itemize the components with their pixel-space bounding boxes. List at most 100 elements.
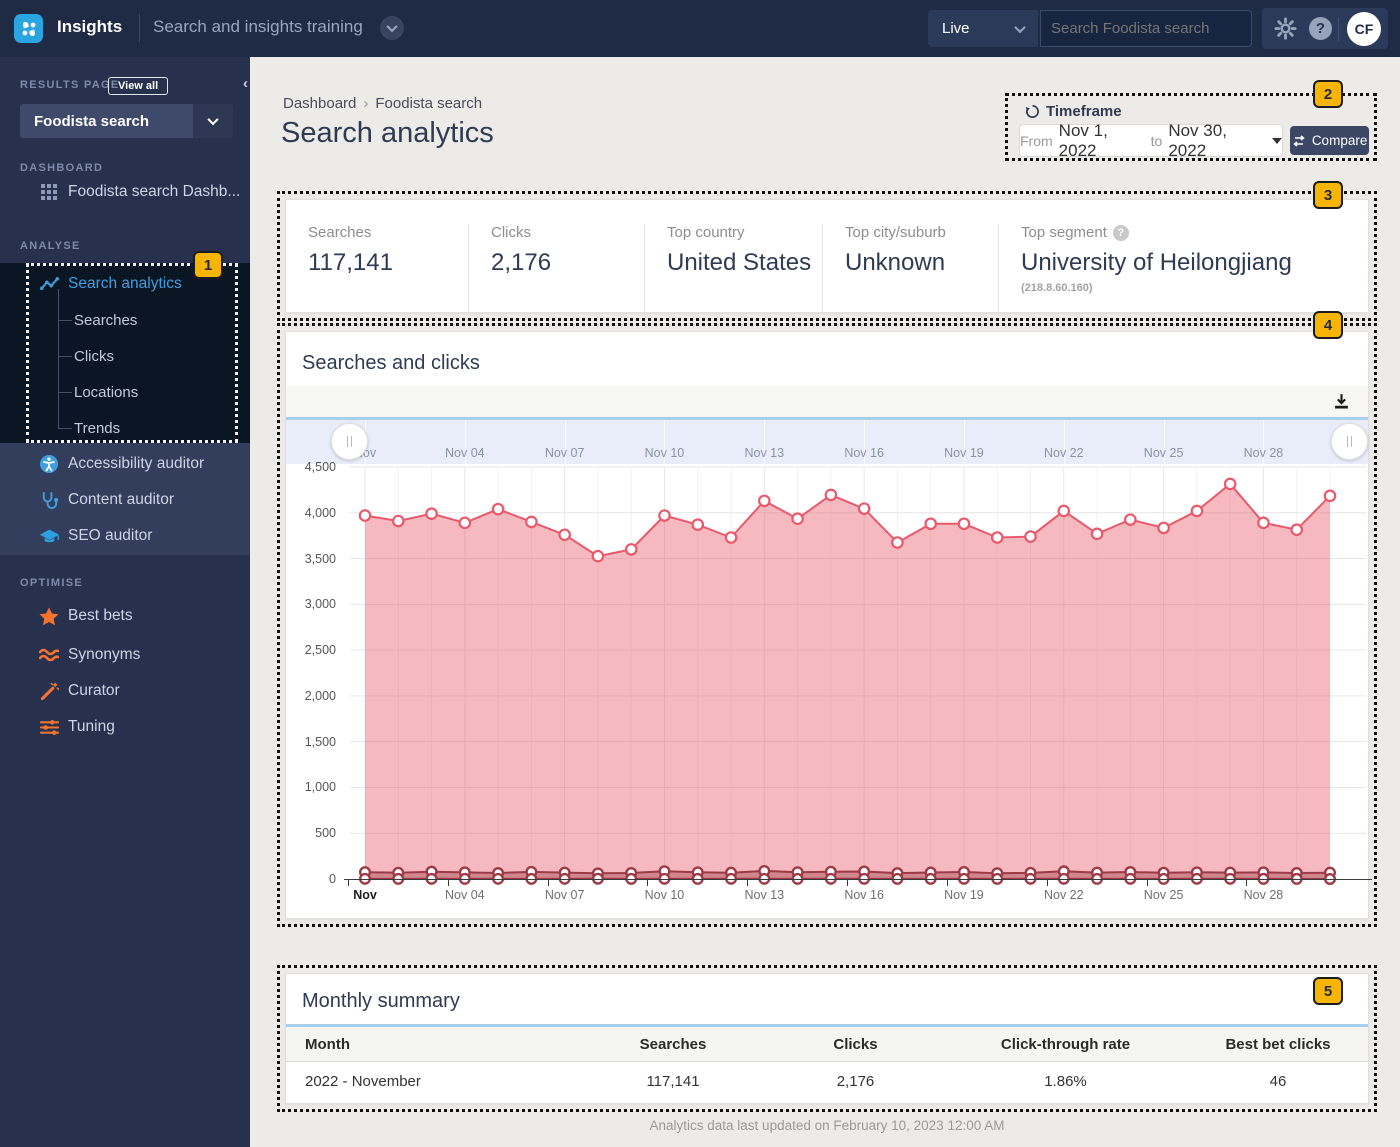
col-ctr: Click-through rate <box>1000 1035 1131 1053</box>
user-avatar[interactable]: CF <box>1347 11 1381 46</box>
live-mode-select[interactable]: Live <box>928 10 1038 47</box>
breadcrumb-separator: › <box>363 95 369 112</box>
global-search <box>1040 10 1252 47</box>
last-updated-note: Analytics data last updated on February … <box>649 1118 1005 1133</box>
from-date: Nov 1, 2022 <box>1058 120 1108 160</box>
sidebar-subitem-trends[interactable]: Trends <box>74 414 244 442</box>
x-tick-mark <box>747 880 749 886</box>
stat-top-country: Top country United States <box>644 224 822 312</box>
x-tick-mark <box>1146 880 1148 886</box>
sidebar-item-label: SEO auditor <box>68 527 153 544</box>
y-tick-label: 2,000 <box>304 688 336 703</box>
y-tick-label: 0 <box>329 872 336 886</box>
y-axis-labels: 0 500 1,000 1,500 2,000 2,500 3,000 3,500 4,000 4… <box>286 332 343 936</box>
cell-searches: 117,141 <box>646 1072 700 1090</box>
y-tick-label: 500 <box>315 826 336 841</box>
y-tick-label: 4,500 <box>304 460 336 474</box>
chevron-down-icon <box>193 104 233 138</box>
navigator-tick-label: Nov 13 <box>744 446 785 460</box>
funnelback-logo-glyph <box>22 21 35 36</box>
sidebar-item-label: Best bets <box>68 607 133 624</box>
results-page-select-value: Foodista search <box>20 104 193 138</box>
to-label: to <box>1150 132 1163 149</box>
navigator-tick-label: Nov 22 <box>1043 446 1084 460</box>
results-page-select[interactable]: Foodista search <box>20 104 233 138</box>
sidebar-item-synonyms[interactable]: Synonyms <box>0 640 250 670</box>
chart-plot-svg <box>350 466 1366 886</box>
results-page-label: RESULTS PAGE <box>20 79 120 91</box>
compare-label: Compare <box>1311 133 1368 148</box>
org-switcher-label[interactable]: Search and insights training <box>153 17 363 37</box>
waves-icon <box>36 648 62 662</box>
sidebar-item-label: Search analytics <box>68 275 182 292</box>
product-name: Insights <box>57 17 123 36</box>
x-tick-mark <box>1046 880 1048 886</box>
x-tick-mark <box>647 880 649 886</box>
view-all-button[interactable]: View all <box>108 77 169 95</box>
range-handle-left[interactable] <box>331 423 368 460</box>
breadcrumb-dashboard[interactable]: Dashboard <box>283 95 356 112</box>
help-icon[interactable]: ? <box>1309 17 1332 40</box>
navigator-tick-label: Nov 19 <box>944 446 984 460</box>
breadcrumb-current[interactable]: Foodista search <box>375 95 482 112</box>
annotation-badge-3: 3 <box>1313 181 1343 209</box>
sidebar-collapse-icon[interactable]: ‹ <box>243 75 248 92</box>
stat-clicks: Clicks 2,176 <box>468 224 644 312</box>
sidebar-subitem-clicks[interactable]: Clicks <box>74 342 244 370</box>
x-tick-label: Nov 04 <box>445 888 485 902</box>
org-switcher-chevron-icon[interactable] <box>380 16 404 40</box>
x-tick-label: Nov 13 <box>744 888 785 902</box>
timeframe-label: Timeframe <box>1046 103 1122 120</box>
annotation-badge-5: 5 <box>1313 977 1343 1005</box>
y-tick-label: 2,500 <box>304 643 336 658</box>
y-tick-label: 3,000 <box>304 597 336 612</box>
annotation-badge-1: 1 <box>193 251 223 279</box>
monthly-summary-panel: Monthly summary Month Searches Clicks Cl… <box>285 973 1369 1104</box>
annotation-box-4: Searches and clicks Nov Nov 04 Nov 07 Nov 1… <box>277 323 1377 927</box>
x-tick-mark <box>847 880 849 886</box>
range-navigator[interactable]: Nov Nov 04 Nov 07 Nov 10 Nov 13 Nov 16 Nov 19 N… <box>286 420 1368 464</box>
page-title: Search analytics <box>281 117 494 149</box>
sidebar-item-accessibility-auditor[interactable]: Accessibility auditor <box>0 449 250 479</box>
icon-group-divider <box>1338 16 1339 41</box>
sidebar-item-best-bets[interactable]: Best bets <box>0 601 250 631</box>
plot-area[interactable] <box>350 466 1366 886</box>
optimise-section-label: OPTIMISE <box>20 577 83 589</box>
app-logo-icon[interactable] <box>14 14 43 43</box>
compare-button[interactable]: Compare <box>1290 126 1369 155</box>
sidebar-item-tuning[interactable]: Tuning <box>0 712 250 742</box>
sidebar-item-dashboard[interactable]: Foodista search Dashb... <box>0 177 250 207</box>
download-icon[interactable] <box>1333 393 1350 410</box>
help-icon[interactable]: ? <box>1112 224 1129 241</box>
cell-clicks: 2,176 <box>836 1072 875 1090</box>
sidebar-subitem-locations[interactable]: Locations <box>74 378 244 406</box>
sidebar-item-curator[interactable]: Curator <box>0 676 250 706</box>
summary-table-header: Month Searches Clicks Click-through rate… <box>286 1027 1368 1062</box>
y-tick-label: 3,500 <box>304 551 336 566</box>
navigator-tick-label: Nov 25 <box>1143 446 1184 460</box>
date-range-picker[interactable]: From Nov 1, 2022 to Nov 30, 2022 <box>1019 121 1284 160</box>
navigator-tick-label: Nov 04 <box>445 446 485 460</box>
annotation-badge-4: 4 <box>1313 311 1343 339</box>
x-tick-mark <box>946 880 948 886</box>
search-input[interactable] <box>1051 20 1250 37</box>
accessibility-icon <box>36 454 62 474</box>
sidebar-item-content-auditor[interactable]: Content auditor <box>0 485 250 515</box>
navbar-icon-group: ? CF <box>1262 8 1388 49</box>
navigator-tick-label: Nov 16 <box>844 446 884 460</box>
breadcrumb: Dashboard › Foodista search <box>283 95 482 112</box>
sidebar-item-label: Foodista search Dashb... <box>68 183 241 200</box>
sidebar-item-seo-auditor[interactable]: SEO auditor <box>0 521 250 551</box>
cell-month: 2022 - November <box>305 1072 421 1090</box>
cell-best-bet: 46 <box>1269 1072 1287 1090</box>
main-content: Dashboard › Foodista search Search analyti… <box>250 57 1400 1147</box>
dashboard-section-label: DASHBOARD <box>20 162 104 174</box>
gear-icon[interactable] <box>1274 17 1297 40</box>
range-handle-right[interactable] <box>1331 423 1368 460</box>
sidebar-subitem-searches[interactable]: Searches <box>74 306 244 334</box>
cell-ctr: 1.86% <box>1044 1072 1087 1090</box>
annotation-box-3: Searches 117,141 Clicks 2,176 Top countr… <box>277 191 1377 321</box>
history-icon <box>1025 105 1039 118</box>
stethoscope-icon <box>36 491 62 510</box>
summary-table: Month Searches Clicks Click-through rate… <box>286 1027 1368 1100</box>
